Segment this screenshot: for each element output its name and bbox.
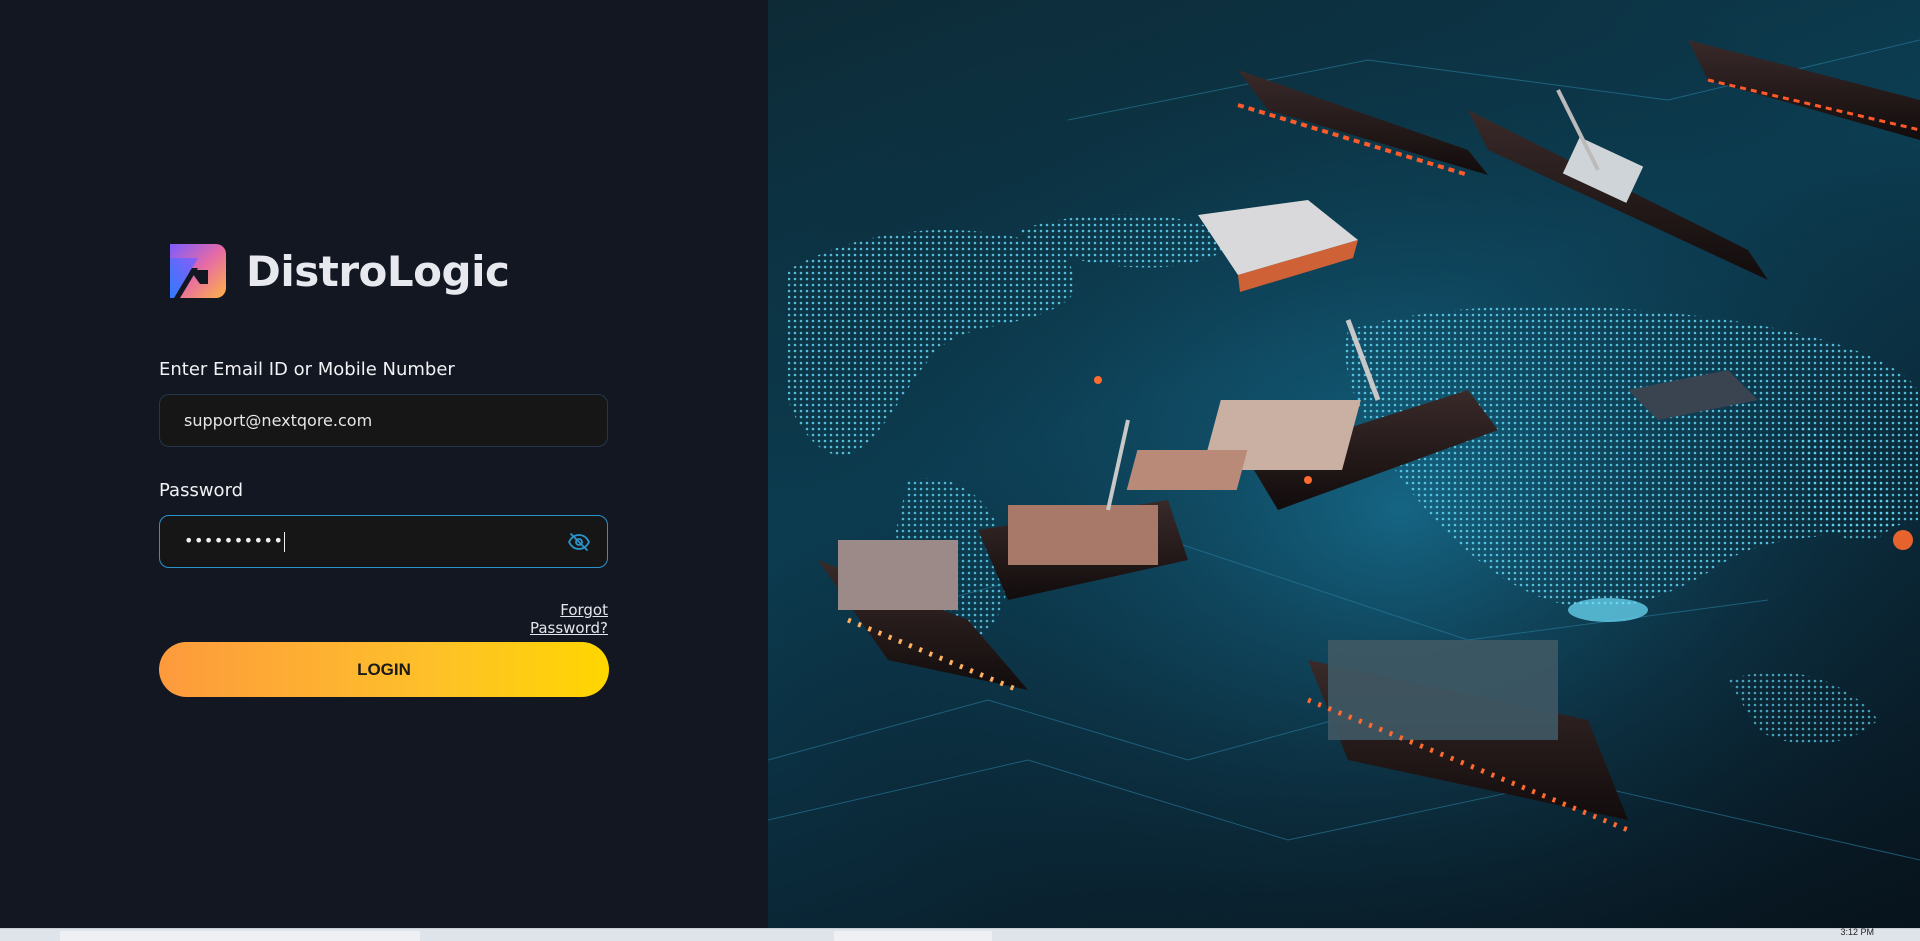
password-label: Password <box>159 480 244 501</box>
password-value[interactable]: •••••••••• <box>184 531 567 552</box>
taskbar-slot[interactable] <box>834 931 992 941</box>
eye-off-icon[interactable] <box>567 530 591 554</box>
email-value[interactable]: support@nextqore.com <box>184 411 583 430</box>
login-page: DistroLogic Enter Email ID or Mobile Num… <box>0 0 1920 941</box>
forgot-password-link[interactable]: Forgot Password? <box>478 601 608 637</box>
password-dots: •••••••••• <box>184 531 284 551</box>
cargo-ships-illustration <box>768 0 1920 928</box>
password-field[interactable]: •••••••••• <box>159 515 608 568</box>
hero-image <box>768 0 1920 928</box>
login-panel: DistroLogic Enter Email ID or Mobile Num… <box>0 0 768 928</box>
taskbar-slot[interactable] <box>60 931 420 941</box>
taskbar-clock[interactable]: 3:12 PM <box>1840 927 1874 937</box>
login-button[interactable]: LOGIN <box>159 642 609 697</box>
os-taskbar: 3:12 PM <box>0 927 1920 941</box>
email-field[interactable]: support@nextqore.com <box>159 394 608 447</box>
text-caret <box>284 531 286 552</box>
brand-name: DistroLogic <box>246 246 510 296</box>
email-label: Enter Email ID or Mobile Number <box>159 359 455 380</box>
brand: DistroLogic <box>164 238 510 304</box>
distrologic-logo-icon <box>170 244 226 298</box>
